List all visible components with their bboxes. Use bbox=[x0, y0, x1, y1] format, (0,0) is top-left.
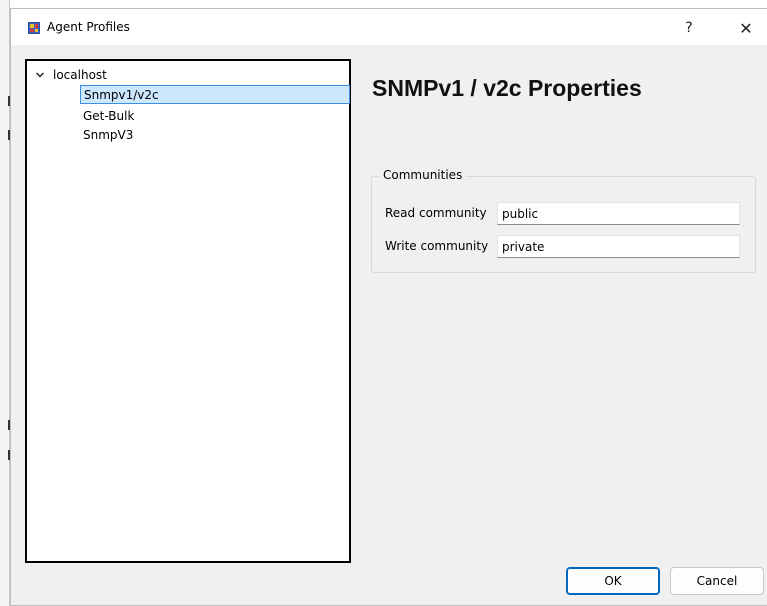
agent-tree[interactable]: localhost Snmpv1/v2c Get-Bulk SnmpV3 bbox=[25, 59, 351, 563]
tree-item-get-bulk[interactable]: Get-Bulk bbox=[80, 106, 137, 125]
cancel-button[interactable]: Cancel bbox=[670, 567, 764, 595]
tree-item-label: SnmpV3 bbox=[83, 127, 134, 142]
tree-node-localhost[interactable]: localhost bbox=[33, 66, 107, 84]
agent-profiles-dialog: Agent Profiles ? ✕ localhost Snmpv1/v2c … bbox=[10, 8, 767, 606]
tree-item-snmpv1-v2c[interactable]: Snmpv1/v2c bbox=[80, 85, 350, 104]
read-community-label: Read community bbox=[385, 206, 487, 220]
write-community-input[interactable] bbox=[497, 235, 740, 258]
help-button[interactable]: ? bbox=[675, 15, 703, 41]
title-bar[interactable]: Agent Profiles ? ✕ bbox=[11, 9, 767, 45]
tree-item-label: Get-Bulk bbox=[83, 108, 135, 123]
window-title: Agent Profiles bbox=[47, 20, 130, 34]
tree-item-label: Snmpv1/v2c bbox=[84, 87, 159, 102]
write-community-label: Write community bbox=[385, 239, 489, 253]
tree-node-label: localhost bbox=[53, 68, 107, 82]
communities-group: Communities Read community Write communi… bbox=[371, 168, 756, 273]
close-button[interactable]: ✕ bbox=[729, 15, 763, 41]
tree-item-snmpv3[interactable]: SnmpV3 bbox=[80, 125, 136, 144]
read-community-input[interactable] bbox=[497, 202, 740, 225]
communities-group-label: Communities bbox=[379, 168, 467, 182]
close-icon: ✕ bbox=[739, 18, 753, 38]
chevron-down-icon[interactable] bbox=[33, 68, 47, 82]
ok-button[interactable]: OK bbox=[566, 567, 660, 595]
properties-title: SNMPv1 / v2c Properties bbox=[372, 75, 642, 101]
agent-profiles-app-icon bbox=[28, 22, 40, 34]
background-window-edge bbox=[0, 0, 10, 606]
